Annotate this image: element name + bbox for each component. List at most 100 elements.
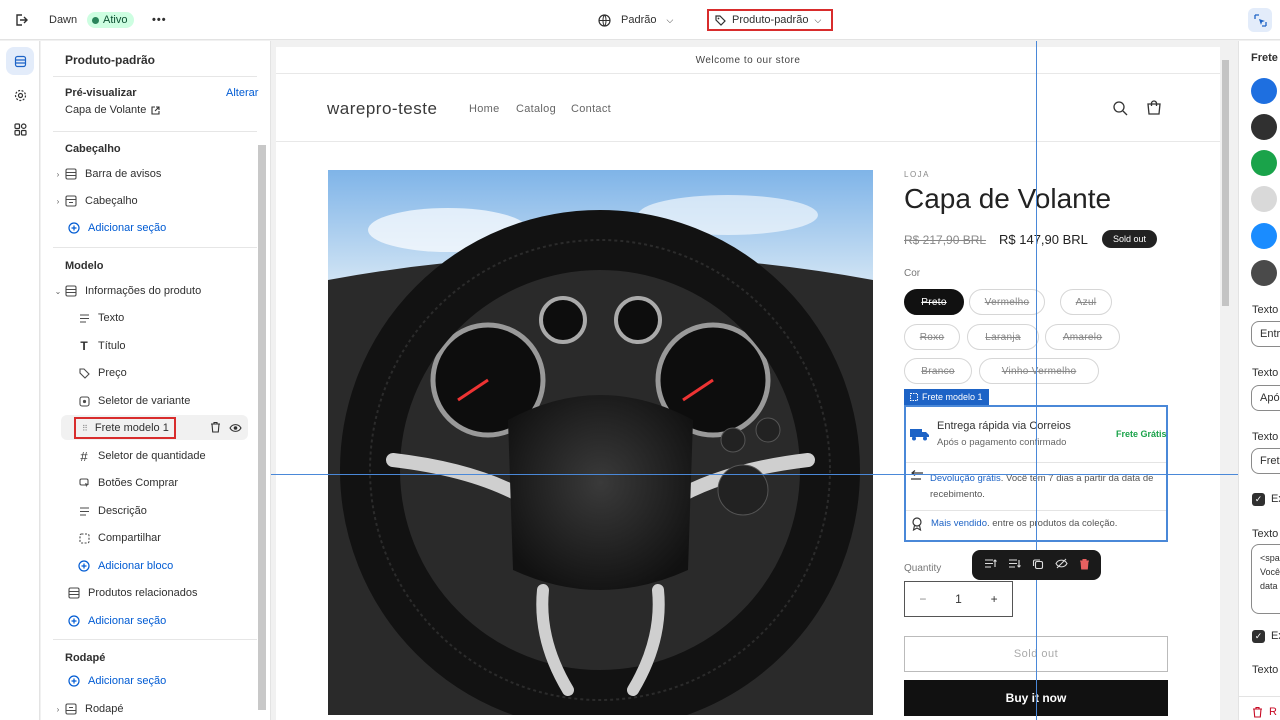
store-preview: Welcome to our store warepro-teste Home … <box>276 47 1220 720</box>
nav-catalog[interactable]: Catalog <box>516 103 556 115</box>
quantity-decrease-button[interactable]: − <box>919 592 926 606</box>
alignment-guide-horizontal <box>271 474 1238 475</box>
add-section-button-footer[interactable]: Adicionar seção <box>66 669 270 693</box>
hide-eye-icon[interactable] <box>1054 558 1068 572</box>
best-seller-link[interactable]: Mais vendido <box>931 518 987 529</box>
color-swatch[interactable] <box>1251 150 1277 176</box>
add-section-button-header[interactable]: Adicionar seção <box>66 216 270 240</box>
preview-change-link[interactable]: Alterar <box>226 87 258 99</box>
left-rail <box>0 41 40 720</box>
chevron-down-icon: ⌵ <box>814 14 822 25</box>
color-swatch[interactable] <box>1251 260 1277 286</box>
drag-handle-icon[interactable]: ⠿ <box>82 424 88 433</box>
cursor-click-icon <box>76 475 92 491</box>
sidebar-item-label: Cabeçalho <box>85 195 138 207</box>
add-block-label: Adicionar bloco <box>98 560 174 572</box>
apps-icon[interactable] <box>6 115 34 143</box>
setting-text-input[interactable]: Entr <box>1251 321 1280 347</box>
sidebar-item-announcement-bar[interactable]: › Barra de avisos <box>53 162 257 186</box>
setting-text-input[interactable]: Apó <box>1251 385 1280 411</box>
remove-block-button[interactable]: R <box>1252 706 1277 718</box>
setting-checkbox[interactable]: ✓ <box>1252 493 1265 506</box>
block-label: Preço <box>98 367 127 379</box>
sidebar-item-header[interactable]: › Cabeçalho <box>53 189 257 213</box>
settings-gear-icon[interactable] <box>6 81 34 109</box>
template-selector[interactable]: Produto-padrão ⌵ <box>707 9 834 31</box>
block-variant-picker[interactable]: Seletor de variante <box>76 389 256 413</box>
color-swatch[interactable] <box>1251 223 1277 249</box>
variant-icon <box>76 393 92 409</box>
color-option-azul[interactable]: Azul <box>1060 289 1112 315</box>
more-actions-button[interactable]: ••• <box>152 0 167 40</box>
setting-checkbox[interactable]: ✓ <box>1252 630 1265 643</box>
remove-block-label: R <box>1269 706 1277 718</box>
color-swatch[interactable] <box>1251 186 1277 212</box>
move-down-icon[interactable] <box>1008 558 1021 572</box>
move-up-icon[interactable] <box>984 558 997 572</box>
block-price[interactable]: Preço <box>76 361 256 385</box>
block-quantity-selector[interactable]: # Seletor de quantidade <box>76 444 256 468</box>
selected-block-tag: Frete modelo 1 <box>904 389 989 405</box>
preview-scrollbar[interactable] <box>1222 60 1229 306</box>
trash-icon <box>1253 706 1262 718</box>
search-icon[interactable] <box>1113 101 1128 119</box>
block-title[interactable]: T Título <box>76 334 256 358</box>
sidebar-item-label: Barra de avisos <box>85 168 162 180</box>
text-lines-icon <box>76 503 92 519</box>
color-swatch[interactable] <box>1251 78 1277 104</box>
block-description[interactable]: Descrição <box>76 499 256 523</box>
price-tag-icon <box>76 365 92 381</box>
trash-icon[interactable] <box>210 421 221 436</box>
nav-contact[interactable]: Contact <box>571 103 611 115</box>
quantity-increase-button[interactable]: + <box>991 592 998 606</box>
add-block-button[interactable]: Adicionar bloco <box>76 554 256 578</box>
textarea-line: data <box>1260 581 1278 591</box>
chevron-right-icon: › <box>56 704 60 714</box>
inspector-toggle-button[interactable] <box>1248 8 1272 32</box>
product-title: Capa de Volante <box>904 183 1112 214</box>
duplicate-icon[interactable] <box>1032 558 1044 573</box>
external-link-icon <box>151 105 160 115</box>
cart-icon[interactable] <box>1146 100 1162 119</box>
eye-icon[interactable] <box>229 422 242 436</box>
preview-product-name: Capa de Volante <box>65 104 147 116</box>
setting-text-input[interactable]: Fret <box>1251 448 1280 474</box>
color-option-preto[interactable]: Preto <box>904 289 964 315</box>
color-option-roxo[interactable]: Roxo <box>904 324 960 350</box>
setting-label: Texto <box>1252 528 1279 540</box>
product-image[interactable] <box>328 170 873 715</box>
sections-icon[interactable] <box>6 47 34 75</box>
block-text[interactable]: Texto <box>76 306 256 330</box>
store-selector[interactable]: Padrão ⌵ <box>598 0 673 40</box>
nav-home[interactable]: Home <box>469 103 500 115</box>
cursor-select-icon <box>1253 13 1267 27</box>
add-section-button-template[interactable]: Adicionar seção <box>66 609 270 633</box>
block-buy-buttons[interactable]: Botões Comprar <box>76 471 256 495</box>
sidebar-item-related-products[interactable]: Produtos relacionados <box>66 581 270 605</box>
preview-product-link[interactable]: Capa de Volante <box>65 104 160 116</box>
block-freight-template-1[interactable]: ⠿ Frete modelo 1 <box>74 417 176 439</box>
sidebar-item-product-info[interactable]: ⌄ Informações do produto <box>53 279 257 303</box>
sidebar-item-footer[interactable]: › Rodapé <box>53 697 257 720</box>
sidebar-scrollbar[interactable] <box>258 145 266 710</box>
delete-trash-icon[interactable] <box>1079 558 1090 573</box>
setting-label: Texto <box>1252 367 1279 379</box>
return-arrow-icon <box>910 470 924 485</box>
setting-textarea[interactable]: <spa Você data <box>1251 544 1280 614</box>
text-lines-icon <box>76 310 92 326</box>
preview-scroll-track <box>1220 41 1238 720</box>
color-option-branco[interactable]: Branco <box>904 358 972 384</box>
quantity-input[interactable]: 1 <box>955 592 962 606</box>
color-option-amarelo[interactable]: Amarelo <box>1045 324 1120 350</box>
plus-circle-icon <box>76 558 92 574</box>
exit-icon[interactable] <box>14 0 28 40</box>
footer-section-icon <box>63 701 79 717</box>
color-option-vermelho[interactable]: Vermelho <box>969 289 1045 315</box>
color-swatch[interactable] <box>1251 114 1277 140</box>
divider <box>53 76 257 77</box>
status-badge: Ativo <box>87 12 135 28</box>
color-option-laranja[interactable]: Laranja <box>967 324 1039 350</box>
color-option-vinho-vermelho[interactable]: Vinho Vermelho <box>979 358 1099 384</box>
store-logo[interactable]: warepro-teste <box>327 99 437 119</box>
block-share[interactable]: Compartilhar <box>76 526 256 550</box>
